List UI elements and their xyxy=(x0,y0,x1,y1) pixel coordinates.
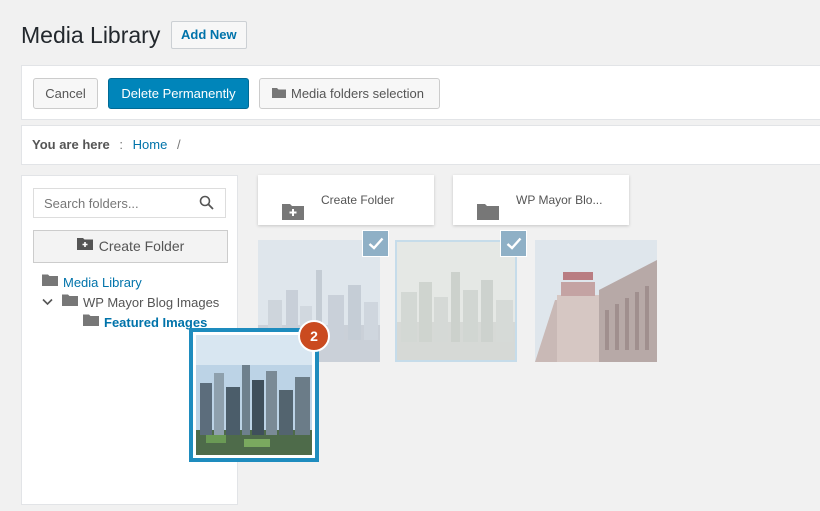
folder-icon xyxy=(62,294,78,310)
folder-plus-icon xyxy=(76,230,93,261)
cancel-button[interactable]: Cancel xyxy=(33,78,98,109)
media-thumbnail[interactable] xyxy=(395,240,517,362)
media-thumbnail[interactable] xyxy=(535,240,657,362)
delete-permanently-button[interactable]: Delete Permanently xyxy=(108,78,249,109)
card-label: WP Mayor Blo... xyxy=(516,193,603,207)
card-label: Create Folder xyxy=(321,193,395,207)
media-folders-selection-label: Media folders selection xyxy=(291,86,424,101)
folder-search xyxy=(33,188,226,218)
breadcrumb-trail-end: / xyxy=(176,137,181,152)
folder-icon xyxy=(272,79,286,108)
selected-checkbox[interactable] xyxy=(500,230,527,257)
page-title: Media Library xyxy=(21,22,161,48)
search-icon[interactable] xyxy=(199,195,214,215)
media-folders-selection-button[interactable]: Media folders selection xyxy=(259,78,440,109)
breadcrumb-separator: : xyxy=(119,137,124,152)
folder-icon xyxy=(477,191,499,241)
create-folder-label: Create Folder xyxy=(98,238,185,254)
breadcrumb: You are here : Home / xyxy=(21,125,820,165)
add-new-button[interactable]: Add New xyxy=(171,21,247,49)
drag-preview[interactable] xyxy=(189,328,319,462)
tree-item-wp-mayor-blog-images[interactable]: WP Mayor Blog Images xyxy=(42,294,220,311)
breadcrumb-label: You are here xyxy=(32,137,110,152)
breadcrumb-home-link[interactable]: Home xyxy=(133,137,168,152)
folder-plus-icon xyxy=(282,191,304,241)
bulk-toolbar: Cancel Delete Permanently Media folders … xyxy=(21,65,820,120)
folder-card-wp-mayor[interactable]: WP Mayor Blo... xyxy=(453,175,629,225)
create-folder-card[interactable]: Create Folder xyxy=(258,175,434,225)
drag-count-badge: 2 xyxy=(298,320,330,352)
folder-icon xyxy=(83,314,99,330)
tree-item-label: Media Library xyxy=(63,275,142,290)
tree-item-media-library[interactable]: Media Library xyxy=(42,274,142,291)
chevron-down-icon[interactable] xyxy=(42,294,54,310)
search-folders-input[interactable] xyxy=(34,189,194,217)
create-folder-button[interactable]: Create Folder xyxy=(33,230,228,263)
folder-icon xyxy=(42,274,58,290)
tree-item-label: WP Mayor Blog Images xyxy=(83,295,220,310)
selection-overlay xyxy=(397,242,515,360)
selected-checkbox[interactable] xyxy=(362,230,389,257)
